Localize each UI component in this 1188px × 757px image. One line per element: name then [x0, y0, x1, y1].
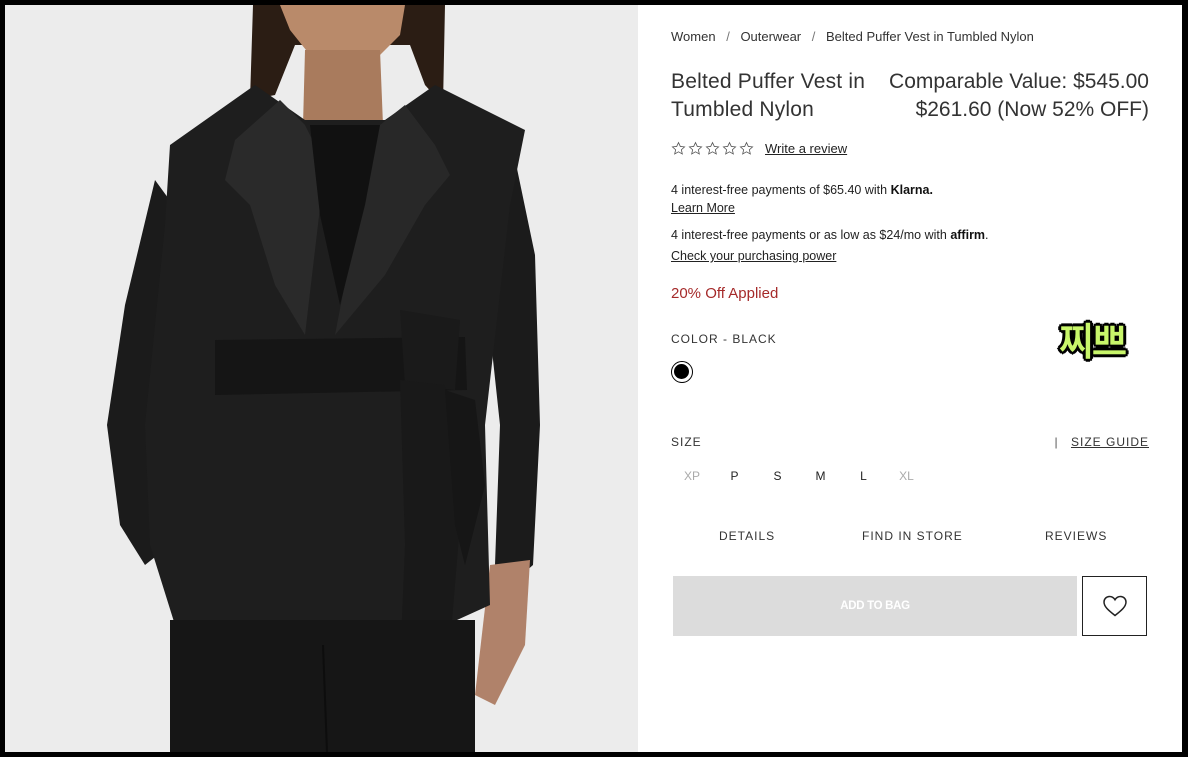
price-block: Comparable Value: $545.00 $261.60 (Now 5…: [859, 68, 1149, 124]
affirm-logo: affirm: [950, 228, 986, 242]
star-icon: [722, 141, 737, 155]
size-options: XP P S M L XL: [671, 469, 928, 483]
product-details-panel: Women / Outerwear / Belted Puffer Vest i…: [671, 5, 1149, 752]
breadcrumb-separator: /: [811, 29, 816, 44]
size-label: SIZE: [671, 435, 702, 449]
product-title: Belted Puffer Vest in Tumbled Nylon: [671, 70, 866, 121]
sale-price: $261.60 (Now 52% OFF): [915, 98, 1149, 121]
size-option-m[interactable]: M: [799, 469, 842, 483]
tab-reviews[interactable]: REVIEWS: [1045, 529, 1107, 543]
sticker-overlay: 찌쁘: [1059, 322, 1127, 364]
affirm-text: 4 interest-free payments or as low as $2…: [671, 228, 947, 242]
klarna-learn-more-link[interactable]: Learn More: [671, 201, 735, 215]
breadcrumb-separator: /: [726, 29, 730, 44]
affirm-purchasing-power-link[interactable]: Check your purchasing power: [671, 249, 836, 263]
klarna-text: 4 interest-free payments of $65.40 with: [671, 183, 888, 197]
breadcrumb-women[interactable]: Women: [671, 29, 716, 44]
size-option-xl[interactable]: XL: [885, 469, 928, 483]
size-guide-link[interactable]: SIZE GUIDE: [1071, 435, 1149, 449]
breadcrumb-current[interactable]: Belted Puffer Vest in Tumbled Nylon: [826, 29, 1034, 44]
size-option-p[interactable]: P: [713, 469, 756, 483]
add-to-bag-button[interactable]: ADD TO BAG: [673, 576, 1077, 636]
color-swatch-black[interactable]: [671, 361, 693, 383]
star-icon: [671, 141, 686, 155]
tab-details[interactable]: DETAILS: [719, 529, 775, 543]
star-rating: [671, 141, 754, 156]
page-frame: Women / Outerwear / Belted Puffer Vest i…: [5, 5, 1182, 752]
rating-row: Write a review: [671, 141, 847, 156]
klarna-logo: Klarna.: [890, 183, 933, 197]
promo-applied: 20% Off Applied: [671, 285, 779, 302]
product-image[interactable]: [5, 5, 638, 752]
affirm-message: 4 interest-free payments or as low as $2…: [671, 228, 989, 242]
star-icon: [688, 141, 703, 155]
write-review-link[interactable]: Write a review: [765, 141, 847, 156]
star-icon: [705, 141, 720, 155]
info-tabs: DETAILS FIND IN STORE REVIEWS: [671, 529, 1149, 549]
star-icon: [739, 141, 754, 155]
klarna-message: 4 interest-free payments of $65.40 with …: [671, 183, 933, 197]
size-option-xp[interactable]: XP: [671, 469, 713, 483]
size-option-s[interactable]: S: [756, 469, 799, 483]
heart-icon: [1102, 595, 1127, 617]
tab-find-in-store[interactable]: FIND IN STORE: [862, 529, 963, 543]
affirm-period: .: [985, 228, 989, 242]
product-photo-illustration: [5, 5, 638, 752]
size-guide: | SIZE GUIDE: [1055, 435, 1149, 449]
breadcrumb-outerwear[interactable]: Outerwear: [740, 29, 801, 44]
breadcrumb: Women / Outerwear / Belted Puffer Vest i…: [671, 29, 1034, 44]
color-label: COLOR - BLACK: [671, 332, 777, 346]
wishlist-button[interactable]: [1082, 576, 1147, 636]
size-option-l[interactable]: L: [842, 469, 885, 483]
divider: |: [1054, 435, 1059, 449]
comparable-value: Comparable Value: $545.00: [889, 70, 1149, 93]
